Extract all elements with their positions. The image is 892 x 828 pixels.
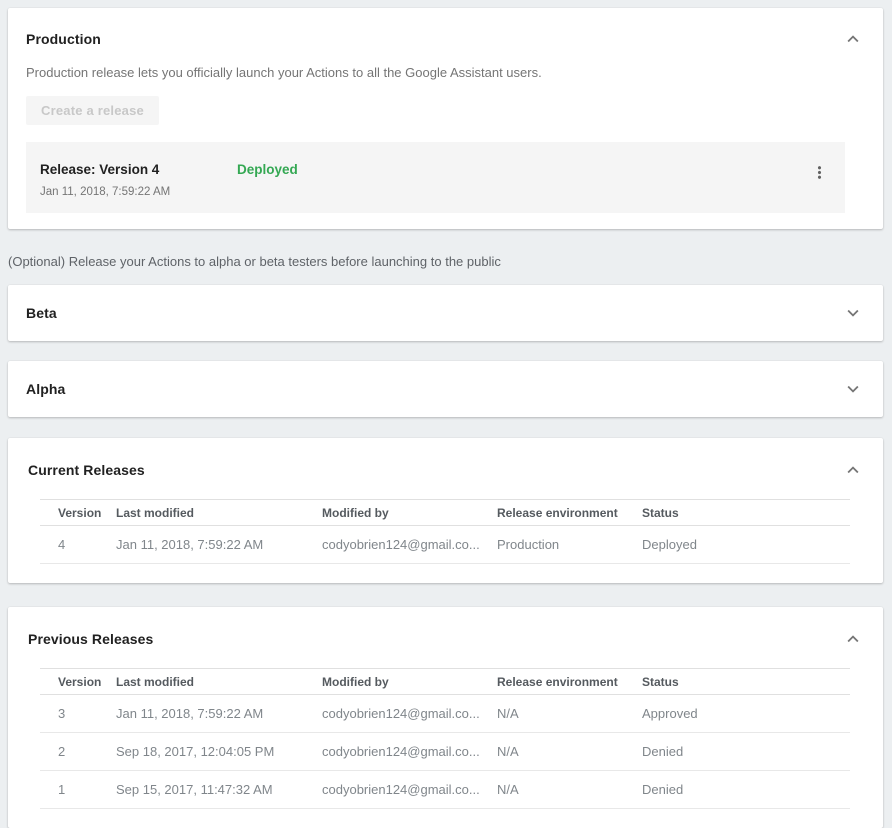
release-status-badge: Deployed <box>237 162 298 177</box>
previous-releases-table: Version Last modified Modified by Releas… <box>40 668 850 809</box>
table-row: 3 Jan 11, 2018, 7:59:22 AM codyobrien124… <box>40 695 850 733</box>
cell-last-modified: Jan 11, 2018, 7:59:22 AM <box>116 526 322 564</box>
col-modified-by: Modified by <box>322 500 497 526</box>
cell-modified-by: codyobrien124@gmail.co... <box>322 526 497 564</box>
cell-status: Denied <box>642 771 850 809</box>
production-panel-header: Production <box>26 27 865 51</box>
current-releases-header: Current Releases <box>8 458 883 482</box>
cell-last-modified: Jan 11, 2018, 7:59:22 AM <box>116 695 322 733</box>
cell-release-environment: N/A <box>497 771 642 809</box>
table-row: 1 Sep 15, 2017, 11:47:32 AM codyobrien12… <box>40 771 850 809</box>
cell-version: 4 <box>40 526 116 564</box>
cell-status: Approved <box>642 695 850 733</box>
chevron-down-icon <box>842 302 864 324</box>
cell-release-environment: N/A <box>497 733 642 771</box>
current-releases-panel: Current Releases Version Last modified M… <box>8 438 883 583</box>
col-version: Version <box>40 669 116 695</box>
cell-version: 3 <box>40 695 116 733</box>
cell-status: Denied <box>642 733 850 771</box>
cell-modified-by: codyobrien124@gmail.co... <box>322 695 497 733</box>
cell-last-modified: Sep 15, 2017, 11:47:32 AM <box>116 771 322 809</box>
cell-status: Deployed <box>642 526 850 564</box>
beta-panel[interactable]: Beta <box>8 285 883 341</box>
production-title: Production <box>26 31 101 47</box>
current-releases-title: Current Releases <box>28 462 145 478</box>
table-header-row: Version Last modified Modified by Releas… <box>40 669 850 695</box>
cell-modified-by: codyobrien124@gmail.co... <box>322 771 497 809</box>
table-row: 4 Jan 11, 2018, 7:59:22 AM codyobrien124… <box>40 526 850 564</box>
table-header-row: Version Last modified Modified by Releas… <box>40 500 850 526</box>
table-row: 2 Sep 18, 2017, 12:04:05 PM codyobrien12… <box>40 733 850 771</box>
more-vert-icon <box>810 163 829 182</box>
alpha-expand-button[interactable] <box>841 377 865 401</box>
beta-title: Beta <box>26 305 57 321</box>
optional-note: (Optional) Release your Actions to alpha… <box>8 254 883 269</box>
col-release-environment: Release environment <box>497 500 642 526</box>
cell-last-modified: Sep 18, 2017, 12:04:05 PM <box>116 733 322 771</box>
create-release-button[interactable]: Create a release <box>26 96 159 125</box>
previous-releases-title: Previous Releases <box>28 631 153 647</box>
previous-releases-panel: Previous Releases Version Last modified … <box>8 607 883 828</box>
col-status: Status <box>642 500 850 526</box>
production-collapse-button[interactable] <box>841 27 865 51</box>
cell-release-environment: N/A <box>497 695 642 733</box>
cell-release-environment: Production <box>497 526 642 564</box>
chevron-down-icon <box>842 378 864 400</box>
release-info: Release: Version 4 Jan 11, 2018, 7:59:22… <box>40 162 237 198</box>
cell-version: 2 <box>40 733 116 771</box>
cell-version: 1 <box>40 771 116 809</box>
beta-expand-button[interactable] <box>841 301 865 325</box>
col-last-modified: Last modified <box>116 500 322 526</box>
col-modified-by: Modified by <box>322 669 497 695</box>
chevron-up-icon <box>842 628 864 650</box>
release-more-options-button[interactable] <box>807 160 831 184</box>
production-description: Production release lets you officially l… <box>26 65 865 80</box>
col-version: Version <box>40 500 116 526</box>
release-date: Jan 11, 2018, 7:59:22 AM <box>40 186 237 198</box>
releases-page: Production Production release lets you o… <box>0 0 892 819</box>
current-releases-collapse-button[interactable] <box>841 458 865 482</box>
col-release-environment: Release environment <box>497 669 642 695</box>
chevron-up-icon <box>842 459 864 481</box>
col-last-modified: Last modified <box>116 669 322 695</box>
current-releases-table: Version Last modified Modified by Releas… <box>40 499 850 564</box>
alpha-title: Alpha <box>26 381 65 397</box>
release-title: Release: Version 4 <box>40 162 237 177</box>
release-card: Release: Version 4 Jan 11, 2018, 7:59:22… <box>26 142 845 213</box>
col-status: Status <box>642 669 850 695</box>
previous-releases-collapse-button[interactable] <box>841 627 865 651</box>
chevron-up-icon <box>842 28 864 50</box>
alpha-panel[interactable]: Alpha <box>8 361 883 417</box>
previous-releases-header: Previous Releases <box>8 627 883 651</box>
cell-modified-by: codyobrien124@gmail.co... <box>322 733 497 771</box>
production-panel: Production Production release lets you o… <box>8 8 883 229</box>
